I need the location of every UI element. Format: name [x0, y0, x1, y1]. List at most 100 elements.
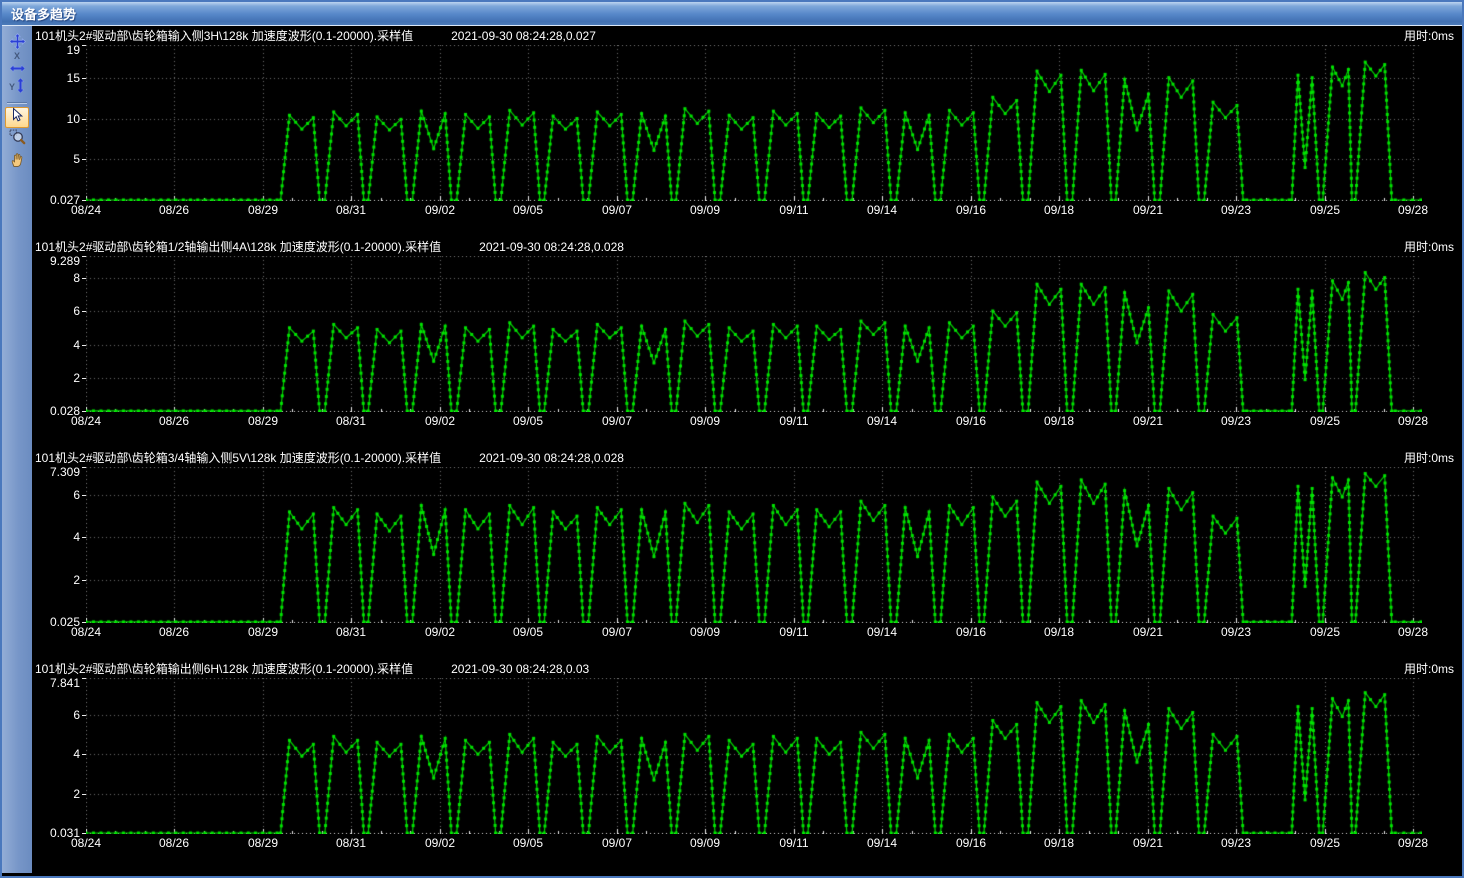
x-tick-label: 09/18 — [1037, 836, 1081, 850]
x-tick-label: 09/28 — [1391, 414, 1435, 428]
vertical-arrows-icon — [16, 78, 25, 98]
app-window: 设备多趋势 X Y — [0, 0, 1464, 878]
x-axis-labels: 08/2408/2608/2908/3109/0209/0509/0709/09… — [32, 623, 1462, 642]
x-tick-label: 09/07 — [595, 625, 639, 639]
elapsed-time: 用时:0ms — [1404, 238, 1454, 255]
x-tick-label: 09/16 — [949, 836, 993, 850]
x-tick-label: 09/21 — [1126, 625, 1170, 639]
x-tick-label: 08/29 — [241, 414, 285, 428]
x-tick-label: 09/21 — [1126, 203, 1170, 217]
x-tick-label: 08/24 — [64, 414, 108, 428]
y-tick-label: 2 — [73, 574, 80, 586]
x-tick-label: 09/14 — [860, 414, 904, 428]
trend-panels: 101机头2#驱动部\齿轮箱输入侧3H\128k 加速度波形(0.1-20000… — [32, 26, 1462, 873]
x-tick-label: 09/23 — [1214, 836, 1258, 850]
x-tick-label: 09/05 — [506, 836, 550, 850]
x-tick-label: 08/24 — [64, 203, 108, 217]
x-tick-label: 09/16 — [949, 414, 993, 428]
x-tick-label: 09/02 — [418, 836, 462, 850]
channel-title: 101机头2#驱动部\齿轮箱1/2轴输出侧4A\128k 加速度波形(0.1-2… — [35, 238, 441, 255]
elapsed-time: 用时:0ms — [1404, 449, 1454, 466]
cursor-readout: 2021-09-30 08:24:28,0.027 — [451, 29, 596, 43]
x-tick-label: 08/29 — [241, 836, 285, 850]
window-title: 设备多趋势 — [11, 4, 76, 23]
x-tick-label: 09/07 — [595, 203, 639, 217]
x-tick-label: 09/02 — [418, 414, 462, 428]
x-tick-label: 08/31 — [329, 414, 373, 428]
horizontal-arrows-icon — [10, 60, 25, 78]
x-tick-label: 08/26 — [152, 203, 196, 217]
y-tick-label: 6 — [73, 489, 80, 501]
y-tick-label: 4 — [73, 339, 80, 351]
y-tick-label: 2 — [73, 788, 80, 800]
x-tick-label: 09/05 — [506, 625, 550, 639]
x-tick-label: 09/09 — [683, 836, 727, 850]
y-tick-label: 6 — [73, 305, 80, 317]
x-tick-label: 09/28 — [1391, 203, 1435, 217]
trend-chart-1: 101机头2#驱动部\齿轮箱输入侧3H\128k 加速度波形(0.1-20000… — [32, 26, 1462, 237]
x-tick-label: 09/18 — [1037, 625, 1081, 639]
x-tick-label: 09/18 — [1037, 414, 1081, 428]
x-tick-label: 09/23 — [1214, 625, 1258, 639]
x-tick-label: 09/23 — [1214, 203, 1258, 217]
select-cursor-button[interactable] — [5, 107, 29, 128]
y-tick-label: 19 — [67, 44, 80, 56]
x-tick-label: 08/31 — [329, 625, 373, 639]
x-tick-label: 09/14 — [860, 836, 904, 850]
x-tick-label: 09/25 — [1303, 625, 1347, 639]
x-tick-label: 09/28 — [1391, 836, 1435, 850]
x-tick-label: 09/05 — [506, 203, 550, 217]
zoom-window-button[interactable] — [5, 129, 29, 150]
y-tick-label: 9.289 — [50, 255, 80, 267]
cursor-readout: 2021-09-30 08:24:28,0.028 — [479, 451, 624, 465]
cursor-arrow-icon — [9, 107, 25, 128]
content-area: X Y — [2, 26, 1462, 873]
x-tick-label: 09/11 — [772, 625, 816, 639]
y-tick-label: 7.309 — [50, 466, 80, 478]
y-tick-label: 2 — [73, 372, 80, 384]
x-tick-label: 09/14 — [860, 625, 904, 639]
trend-plot-canvas-2[interactable] — [86, 256, 1422, 412]
y-tick-label: 4 — [73, 531, 80, 543]
y-axis-labels: 9.28986420.028 — [32, 256, 86, 412]
y-tick-label: 10 — [67, 113, 80, 125]
y-tick-label: 4 — [73, 748, 80, 760]
x-tick-label: 09/09 — [683, 414, 727, 428]
trend-plot-canvas-4[interactable] — [86, 678, 1422, 834]
title-bar[interactable]: 设备多趋势 — [2, 2, 1462, 26]
x-tick-label: 09/16 — [949, 625, 993, 639]
chart-toolbar: X Y — [2, 26, 32, 873]
zoom-x-button[interactable]: X — [5, 55, 29, 76]
x-tick-label: 09/11 — [772, 203, 816, 217]
zoom-y-button[interactable]: Y — [5, 77, 29, 98]
x-tick-label: 09/25 — [1303, 836, 1347, 850]
x-tick-label: 08/31 — [329, 203, 373, 217]
pan-hand-button[interactable] — [5, 151, 29, 172]
x-axis-labels: 08/2408/2608/2908/3109/0209/0509/0709/09… — [32, 834, 1462, 853]
x-tick-label: 08/24 — [64, 836, 108, 850]
cursor-readout: 2021-09-30 08:24:28,0.028 — [479, 240, 624, 254]
toolbar-separator — [7, 102, 27, 104]
trend-plot-canvas-1[interactable] — [86, 45, 1422, 201]
x-tick-label: 09/25 — [1303, 414, 1347, 428]
x-tick-label: 09/14 — [860, 203, 904, 217]
x-tick-label: 08/29 — [241, 203, 285, 217]
x-tick-label: 08/26 — [152, 625, 196, 639]
x-tick-label: 09/28 — [1391, 625, 1435, 639]
x-tick-label: 09/02 — [418, 625, 462, 639]
x-tick-label: 09/16 — [949, 203, 993, 217]
x-tick-label: 09/02 — [418, 203, 462, 217]
x-axis-labels: 08/2408/2608/2908/3109/0209/0509/0709/09… — [32, 412, 1462, 431]
trend-plot-canvas-3[interactable] — [86, 467, 1422, 623]
x-tick-label: 08/26 — [152, 414, 196, 428]
elapsed-time: 用时:0ms — [1404, 660, 1454, 677]
x-tick-label: 09/05 — [506, 414, 550, 428]
x-tick-label: 09/11 — [772, 836, 816, 850]
y-axis-letter: Y — [9, 84, 15, 91]
y-axis-labels: 7.8416420.031 — [32, 678, 86, 834]
x-tick-label: 09/18 — [1037, 203, 1081, 217]
x-tick-label: 08/31 — [329, 836, 373, 850]
y-tick-label: 8 — [73, 272, 80, 284]
trend-chart-4: 101机头2#驱动部\齿轮箱输出侧6H\128k 加速度波形(0.1-20000… — [32, 659, 1462, 870]
trend-chart-3: 101机头2#驱动部\齿轮箱3/4轴输入侧5V\128k 加速度波形(0.1-2… — [32, 448, 1462, 659]
